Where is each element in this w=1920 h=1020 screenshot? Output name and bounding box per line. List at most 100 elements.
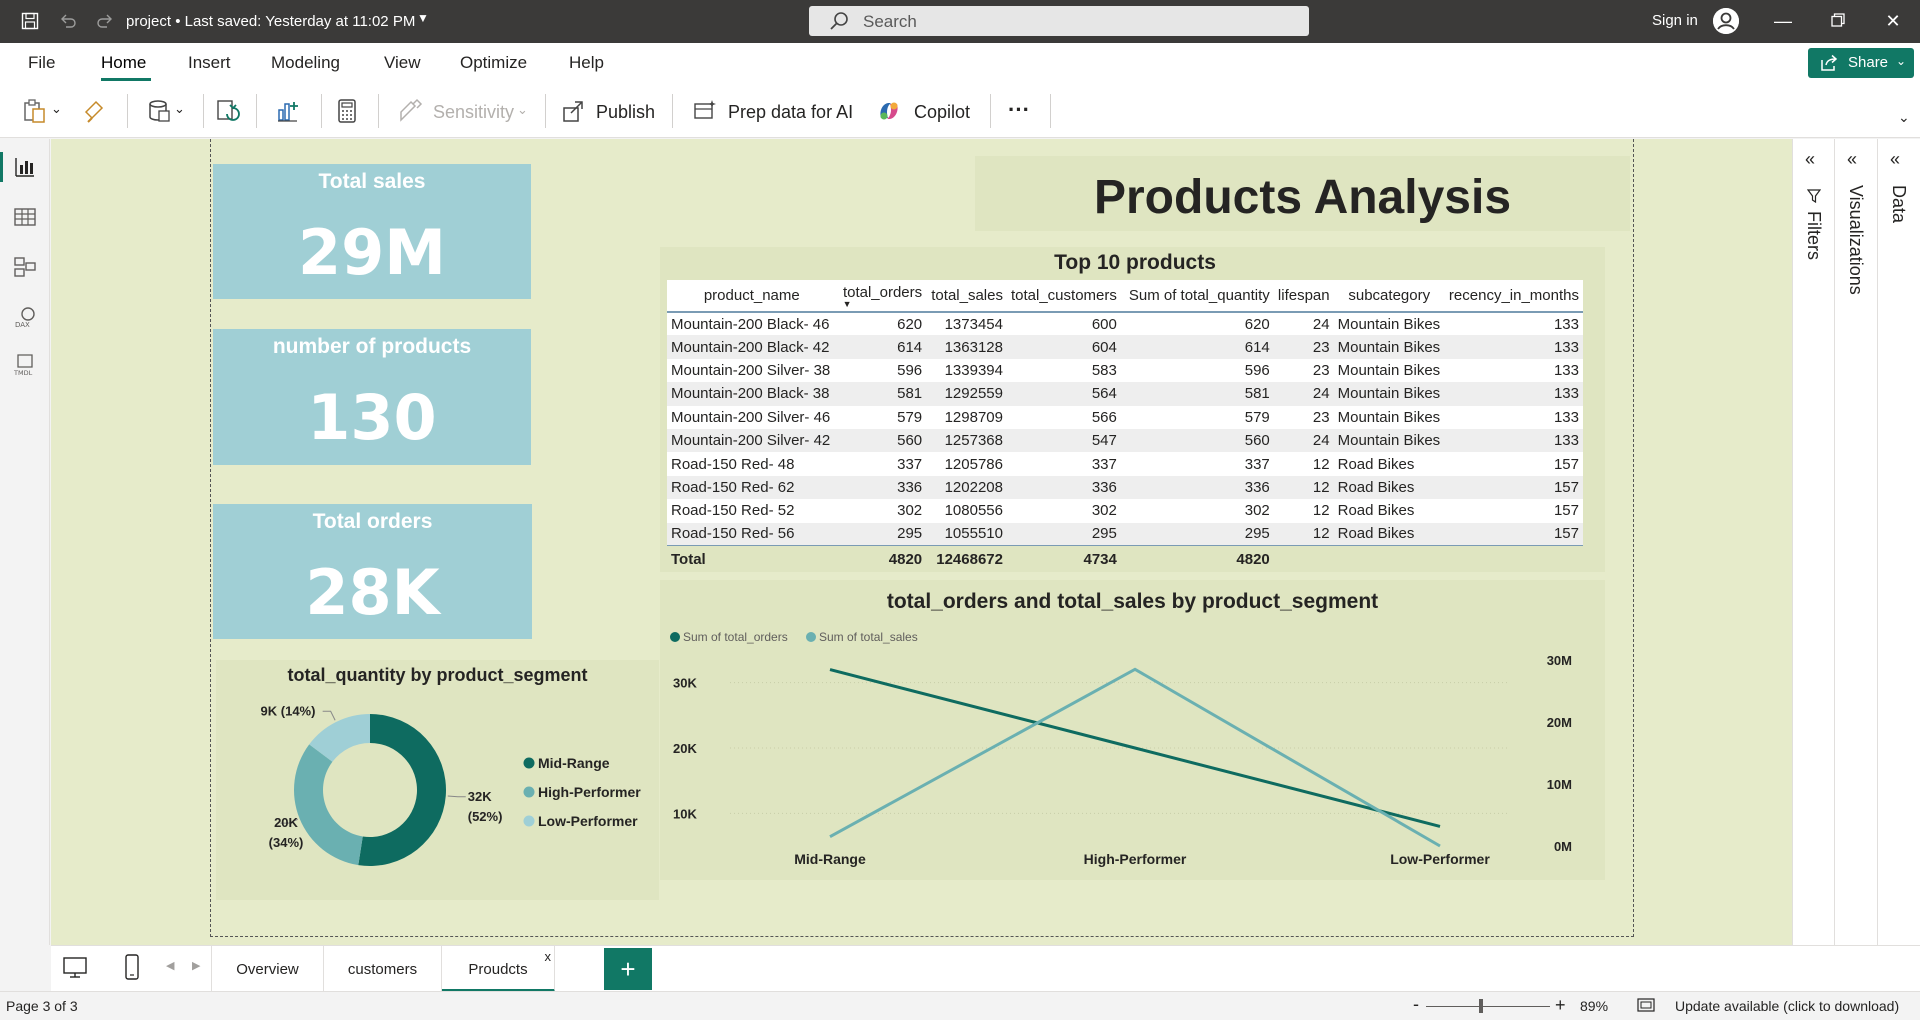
expand-data-icon[interactable]: « — [1890, 149, 1900, 170]
menu-help[interactable]: Help — [569, 53, 604, 73]
close-icon[interactable]: ✕ — [1878, 8, 1908, 34]
search-box[interactable]: Search — [809, 6, 1309, 36]
top-products-table[interactable]: product_name total_orders ▼ total_sales … — [667, 280, 1583, 572]
column-header-sorted[interactable]: total_orders ▼ — [836, 280, 927, 313]
expand-filters-icon[interactable]: « — [1805, 149, 1815, 170]
table-row[interactable]: Road-150 Red- 62 336 1202208 336 336 12 Road B… — [667, 475, 1583, 500]
report-title-box[interactable]: Products Analysis — [975, 156, 1630, 231]
share-button[interactable]: Share ⌄ — [1808, 48, 1914, 78]
table-row[interactable]: Mountain-200 Black- 46 620 1373454 600 620 24… — [667, 312, 1583, 336]
table-row[interactable]: Mountain-200 Silver- 38 596 1339394 583 596 2… — [667, 358, 1583, 383]
undo-icon[interactable] — [57, 10, 79, 32]
donut-slice[interactable] — [294, 744, 363, 866]
dax-query-icon[interactable]: DAX — [13, 305, 37, 329]
legend-item[interactable]: Sum of total_sales — [819, 630, 918, 644]
chevron-down-icon[interactable]: ⌄ — [51, 101, 62, 117]
column-header[interactable]: total_customers — [1006, 280, 1121, 313]
table-row[interactable]: Mountain-200 Silver- 46 579 1298709 566 579 2… — [667, 405, 1583, 429]
series-line[interactable] — [829, 667, 1441, 848]
table-view-icon[interactable] — [13, 205, 37, 229]
redo-icon[interactable] — [94, 10, 116, 32]
menu-optimize[interactable]: Optimize — [460, 53, 527, 73]
column-header[interactable]: Sum of total_quantity — [1120, 280, 1274, 313]
sign-in-link[interactable]: Sign in — [1652, 12, 1698, 29]
minimize-icon[interactable]: — — [1768, 8, 1798, 34]
mobile-layout-icon[interactable] — [125, 954, 139, 985]
publish-button[interactable]: Publish — [596, 102, 655, 123]
chevron-down-icon[interactable]: ⌄ — [174, 101, 185, 117]
line-chart[interactable]: 30K 20K 10K 30M 20M 10M 0M Mid-Range High-Perfor… — [660, 580, 1605, 880]
kpi-card-number-of-products[interactable]: number of products 130 — [213, 329, 531, 465]
avatar[interactable] — [1713, 8, 1739, 34]
calculator-icon[interactable] — [334, 98, 360, 124]
file-title[interactable]: project • Last saved: Yesterday at 11:02… — [126, 13, 415, 30]
menu-file[interactable]: File — [28, 53, 55, 73]
zoom-out-button[interactable]: - — [1413, 994, 1419, 1015]
table-row[interactable]: Mountain-200 Black- 38 581 1292559 564 581 24… — [667, 382, 1583, 406]
legend-item[interactable]: High-Performer — [538, 784, 641, 800]
visualizations-pane[interactable]: « Visualizations — [1834, 139, 1877, 945]
zoom-slider-track[interactable] — [1426, 1006, 1550, 1007]
toolbar-separator — [127, 94, 128, 128]
menu-insert[interactable]: Insert — [188, 53, 231, 73]
zoom-in-button[interactable]: + — [1555, 995, 1566, 1016]
add-page-button[interactable]: + — [604, 948, 652, 990]
zoom-slider-thumb[interactable] — [1479, 999, 1483, 1013]
column-header[interactable]: lifespan — [1273, 280, 1334, 313]
series-line[interactable] — [829, 668, 1441, 828]
table-row[interactable]: Road-150 Red- 52 302 1080556 302 302 12 Road B… — [667, 499, 1583, 523]
model-view-icon[interactable] — [13, 255, 37, 279]
paste-icon[interactable] — [22, 98, 48, 124]
new-visual-icon[interactable] — [275, 98, 301, 124]
format-painter-icon[interactable] — [82, 98, 108, 124]
menu-view[interactable]: View — [384, 53, 421, 73]
table-cell: 581 — [1120, 382, 1274, 406]
desktop-layout-icon[interactable] — [63, 957, 87, 984]
copilot-icon[interactable] — [876, 98, 902, 124]
table-total-row[interactable]: Total 4820 12468672 4734 4820 — [667, 545, 1583, 572]
expand-visualizations-icon[interactable]: « — [1847, 149, 1857, 170]
column-header[interactable]: total_sales — [926, 280, 1007, 313]
table-row[interactable]: Road-150 Red- 56 295 1055510 295 295 12 Road B… — [667, 522, 1583, 546]
next-page-icon[interactable]: ▶ — [192, 959, 200, 972]
menu-home[interactable]: Home — [101, 53, 146, 73]
tmdl-view-icon[interactable]: TMDL — [13, 353, 37, 377]
table-row[interactable]: Mountain-200 Black- 42 614 1363128 604 614 23… — [667, 335, 1583, 359]
refresh-icon[interactable] — [215, 98, 241, 124]
restore-icon[interactable] — [1823, 8, 1853, 34]
column-header[interactable]: subcategory — [1333, 280, 1445, 313]
previous-page-icon[interactable]: ◀ — [166, 959, 174, 972]
menu-modeling[interactable]: Modeling — [271, 53, 340, 73]
legend-item[interactable]: Mid-Range — [538, 755, 610, 771]
kpi-card-total-sales[interactable]: Total sales 29M — [213, 164, 531, 299]
page-tab-overview[interactable]: Overview — [211, 946, 324, 992]
column-header[interactable]: recency_in_months — [1444, 280, 1583, 313]
donut-slice[interactable] — [358, 714, 446, 866]
kpi-card-total-orders[interactable]: Total orders 28K — [213, 504, 532, 639]
line-chart-visual[interactable]: total_orders and total_sales by product_… — [660, 580, 1605, 880]
more-options-icon[interactable]: ··· — [1008, 97, 1030, 123]
copilot-button[interactable]: Copilot — [914, 102, 970, 123]
save-icon[interactable] — [19, 10, 41, 32]
report-view-icon[interactable] — [13, 155, 37, 179]
filters-pane[interactable]: « Filters — [1792, 139, 1834, 945]
page-tab-customers[interactable]: customers — [324, 946, 442, 992]
prep-data-button[interactable]: Prep data for AI — [728, 102, 853, 123]
table-row[interactable]: Road-150 Red- 48 337 1205786 337 337 12 Road B… — [667, 452, 1583, 476]
fit-to-page-icon[interactable] — [1637, 998, 1655, 1015]
collapse-ribbon-icon[interactable]: ⌄ — [1898, 109, 1910, 126]
column-header[interactable]: product_name — [667, 280, 837, 313]
legend-item[interactable]: Low-Performer — [538, 813, 638, 829]
page-tab-proudcts[interactable]: Proudcts x — [442, 946, 555, 992]
update-available-link[interactable]: Update available (click to download) — [1675, 998, 1899, 1014]
donut-chart[interactable]: 32K (52%) 20K (34%) 9K (14%) Mid-Range High-Pe… — [216, 660, 659, 900]
get-data-icon[interactable] — [146, 98, 172, 124]
legend-item[interactable]: Sum of total_orders — [683, 630, 788, 644]
table-row[interactable]: Mountain-200 Silver- 42 560 1257368 547 560 2… — [667, 428, 1583, 453]
data-pane[interactable]: « Data — [1877, 139, 1920, 945]
publish-icon[interactable] — [561, 98, 587, 124]
close-tab-icon[interactable]: x — [545, 949, 552, 964]
chevron-down-icon[interactable]: ▼ — [417, 11, 429, 25]
donut-chart-visual[interactable]: total_quantity by product_segment 32K (52… — [216, 660, 659, 900]
prep-data-icon[interactable] — [692, 98, 718, 124]
